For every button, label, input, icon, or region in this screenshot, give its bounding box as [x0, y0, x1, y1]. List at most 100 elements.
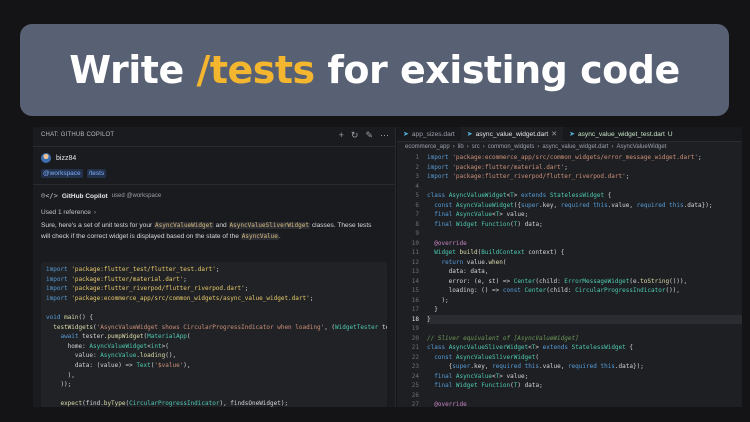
close-icon[interactable]: ✕	[551, 130, 557, 138]
code-line: import 'package:flutter_riverpod/flutter…	[427, 173, 630, 180]
more-icon[interactable]: ⋯	[380, 130, 389, 141]
tab-app-sizes[interactable]: ➤ app_sizes.dart	[397, 127, 461, 141]
code-line: class AsyncValueSliverWidget<T> extends …	[427, 344, 633, 351]
chat-title: CHAT: GITHUB COPILOT	[41, 132, 115, 138]
code-line: return value.when(	[441, 258, 507, 266]
line-number: 16	[411, 296, 419, 304]
tab-async-value-widget-test[interactable]: ➤ async_value_widget_test.dart U	[563, 127, 678, 141]
tests-tag[interactable]: /tests	[86, 169, 107, 178]
code-line: }	[427, 306, 438, 313]
breadcrumb-separator: ›	[537, 144, 540, 150]
line-number: 11	[411, 249, 419, 256]
inline-code: AsyncValueSliverWidget	[228, 222, 310, 229]
title-banner: Write /tests for existing code	[20, 24, 729, 116]
code-line: testWidgets('AsyncValueWidget shows Circ…	[53, 323, 387, 331]
code-line: import 'package:flutter/material.dart';	[46, 275, 187, 283]
references-label: Used 1 reference	[41, 209, 91, 216]
breadcrumb-item[interactable]: async_value_widget.dart	[542, 144, 608, 152]
line-number: 6	[415, 201, 419, 209]
references-toggle[interactable]: Used 1 reference ›	[33, 203, 395, 218]
line-number: 13	[411, 268, 419, 275]
bot-response-text: Sure, here's a set of unit tests for you…	[33, 218, 389, 242]
code-line: final Widget Function(T) data;	[434, 220, 543, 228]
history-icon[interactable]: ↻	[351, 130, 359, 141]
code-line: @override	[434, 401, 467, 407]
code-line: home: AsyncValueWidget<int>(	[46, 342, 169, 350]
bot-name: GitHub Copilot	[61, 192, 108, 200]
tab-label: async_value_widget_test.dart	[577, 130, 665, 138]
line-number: 26	[411, 391, 419, 399]
code-line: import 'package:ecommerce_app/src/common…	[427, 154, 702, 161]
line-number: 25	[411, 382, 419, 389]
response-text: .	[278, 232, 281, 240]
line-number: 12	[411, 258, 419, 266]
tab-label: async_value_widget.dart	[475, 130, 549, 138]
code-line: @override	[434, 239, 467, 247]
breadcrumb-item[interactable]: lib	[458, 144, 464, 152]
line-number: 7	[415, 211, 419, 218]
code-line: );	[427, 296, 449, 304]
dart-file-icon: ➤	[403, 131, 409, 138]
code-line: final AsyncValue<T> value;	[434, 211, 529, 218]
code-line: Widget build(BuildContext context) {	[434, 249, 565, 256]
code-line: ),	[46, 371, 75, 379]
line-number: 3	[415, 173, 419, 180]
code-line: error: (e, st) => Center(child: ErrorMes…	[427, 277, 688, 285]
line-number: 22	[411, 353, 419, 361]
code-line: data: data,	[427, 268, 489, 275]
line-number: 20	[411, 334, 419, 342]
dart-file-icon: ➤	[569, 131, 575, 138]
line-number: 9	[415, 230, 419, 237]
code-line: expect(find.byType(CircularProgressIndic…	[60, 400, 289, 407]
copilot-icon: ☹</>	[41, 192, 58, 200]
response-text: and	[213, 222, 229, 229]
dart-file-icon: ➤	[466, 131, 473, 138]
chat-toolbar: + ↻ ✎ ⋯	[339, 130, 389, 141]
code-line: }	[427, 314, 742, 324]
code-line: const AsyncValueWidget({super.key, requi…	[434, 201, 713, 209]
breadcrumb-item[interactable]: src	[472, 144, 480, 152]
code-line: class AsyncValueWidget<T> extends Statel…	[427, 192, 612, 199]
breadcrumb-item[interactable]: ecommerce_app	[405, 144, 450, 152]
line-number: 15	[411, 287, 419, 294]
avatar	[41, 153, 51, 163]
line-number: 10	[411, 239, 419, 247]
line-number-gutter: 1 2 3 4 5 6 7 8 9 10 11 12 13 14 15 16 17 18 19 20 21 22 23 24 2…	[397, 153, 419, 407]
copilot-chat-panel: CHAT: GITHUB COPILOT + ↻ ✎ ⋯ bizz84 @wor…	[33, 127, 396, 407]
banner-suffix: for existing code	[314, 48, 680, 92]
breadcrumb-item[interactable]: AsyncValueWidget	[616, 144, 666, 152]
breadcrumb-separator: ›	[611, 144, 614, 150]
code-line: value: AsyncValue.loading(),	[46, 352, 177, 360]
banner-accent: /tests	[196, 48, 315, 92]
bot-subtitle: used @workspace	[111, 193, 162, 199]
feedback-icon[interactable]: ✎	[365, 130, 373, 141]
tab-async-value-widget[interactable]: ➤ async_value_widget.dart ✕	[460, 127, 564, 141]
code-line: import 'package:ecommerce_app/src/common…	[46, 294, 314, 302]
divider	[33, 146, 395, 147]
user-name: bizz84	[56, 154, 77, 162]
workspace-tag[interactable]: @workspace	[41, 169, 83, 178]
line-number: 8	[415, 220, 419, 228]
line-number: 24	[411, 372, 419, 380]
line-number: 17	[411, 306, 419, 313]
code-line: // Sliver equivalent of [AsyncValueWidge…	[427, 334, 579, 342]
code-line: ));	[46, 381, 72, 389]
bot-message-header: ☹</> GitHub Copilot used @workspace	[33, 189, 395, 203]
code-area[interactable]: import 'package:ecommerce_app/src/common…	[427, 153, 742, 407]
code-line: final Widget Function(T) data;	[434, 382, 543, 389]
banner-prefix: Write	[69, 48, 197, 92]
user-message-header: bizz84	[33, 151, 395, 165]
chevron-right-icon: ›	[93, 209, 97, 216]
line-number: 21	[411, 344, 419, 351]
breadcrumb-separator: ›	[482, 144, 485, 150]
code-line: import 'package:flutter/material.dart';	[427, 163, 568, 171]
new-chat-icon[interactable]: +	[339, 130, 344, 141]
code-block[interactable]: import 'package:flutter_test/flutter_tes…	[41, 262, 387, 407]
code-line: loading: () => const Center(child: Circu…	[427, 287, 680, 294]
breadcrumb-item[interactable]: common_widgets	[488, 144, 535, 152]
